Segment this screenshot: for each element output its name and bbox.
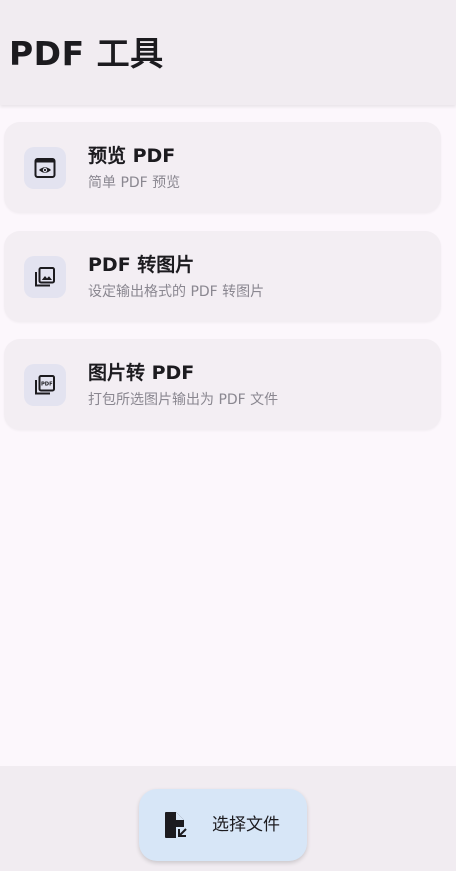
file-open-icon [165, 812, 188, 839]
tool-card-title: 图片转 PDF [88, 362, 195, 384]
tool-card-subtitle: 设定输出格式的 PDF 转图片 [88, 284, 265, 300]
tool-card-image-to-pdf[interactable]: PDF 图片转 PDF 打包所选图片输出为 PDF 文件 [4, 339, 441, 430]
tool-card-subtitle: 打包所选图片输出为 PDF 文件 [88, 392, 279, 408]
svg-text:PDF: PDF [41, 382, 53, 388]
app-bar: PDF 工具 [0, 0, 456, 105]
tool-card-title: 预览 PDF [88, 145, 176, 167]
tool-card-pdf-to-image[interactable]: PDF 转图片 设定输出格式的 PDF 转图片 [4, 231, 441, 322]
image-library-icon [24, 256, 66, 298]
tool-card-preview-pdf[interactable]: 预览 PDF 简单 PDF 预览 [4, 122, 441, 213]
screen: PDF 工具 预览 PDF 简单 PDF 预览 PDF 转图片 设定输出格式的 … [0, 0, 456, 871]
tool-card-title: PDF 转图片 [88, 254, 195, 276]
page-title: PDF 工具 [9, 34, 164, 73]
pdf-document-icon: PDF [24, 364, 66, 406]
select-file-label: 选择文件 [212, 815, 280, 835]
select-file-button[interactable]: 选择文件 [139, 789, 307, 861]
preview-icon [24, 147, 66, 189]
tool-card-subtitle: 简单 PDF 预览 [88, 175, 181, 191]
